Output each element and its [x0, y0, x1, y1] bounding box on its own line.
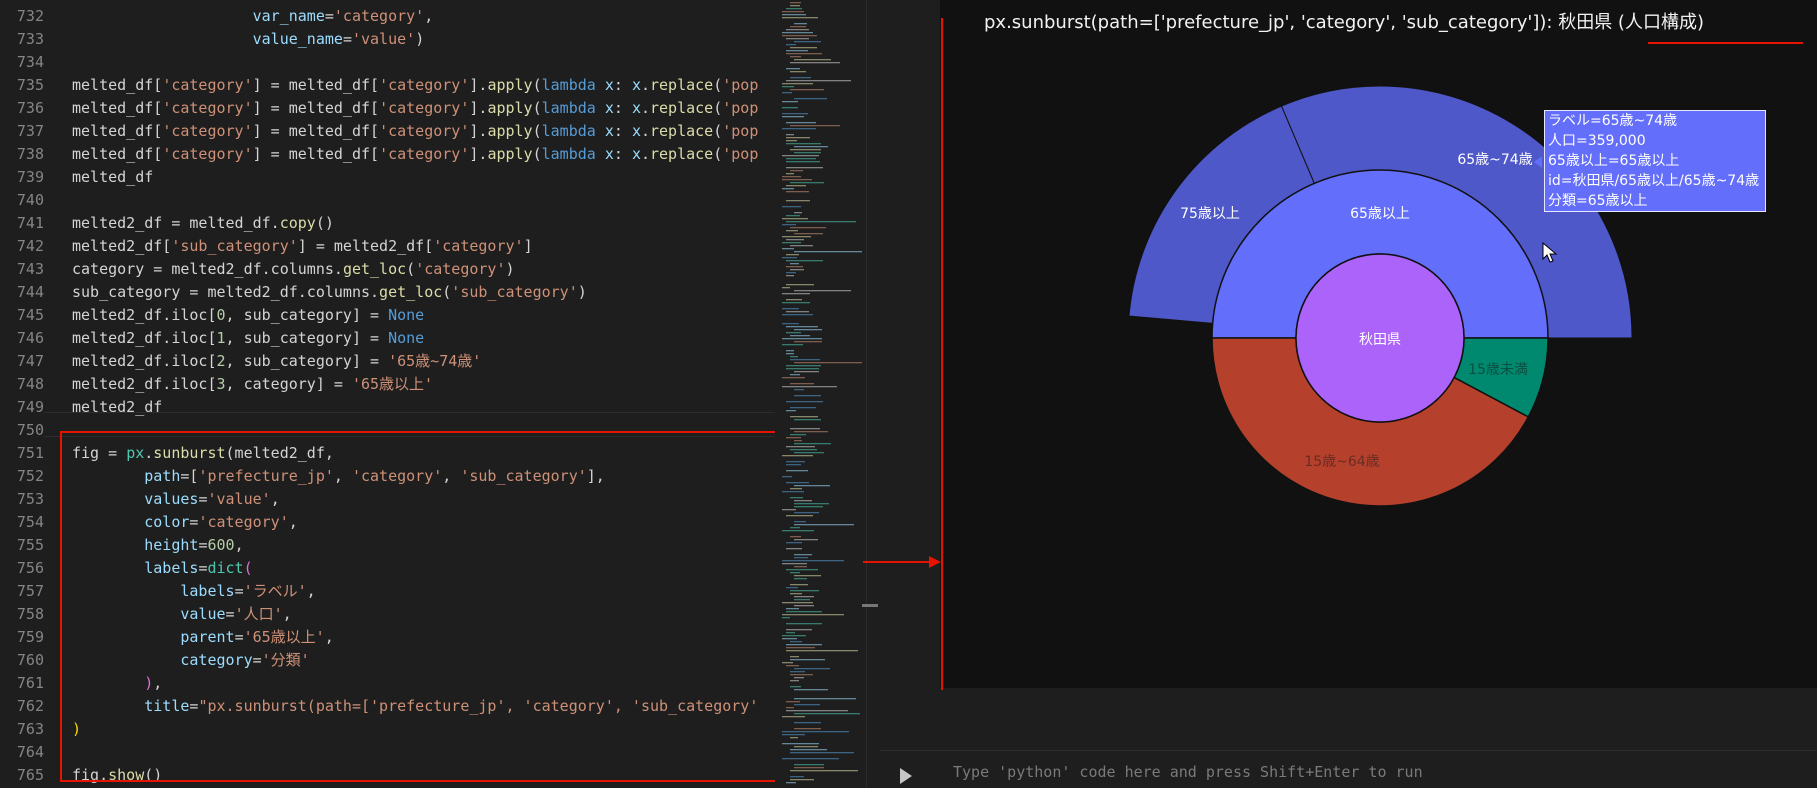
- code-text: melted2_df.iloc[2, sub_category] = '65歳~…: [72, 352, 482, 370]
- code-line[interactable]: 735 melted_df['category'] = melted_df['ca…: [0, 74, 775, 97]
- code-text: sub_category = melted2_df.columns.get_lo…: [72, 283, 587, 301]
- line-number: 732: [16, 7, 44, 25]
- line-number: 746: [16, 329, 44, 347]
- output-marker-line: [941, 18, 943, 690]
- code-text: melted_df: [72, 168, 154, 186]
- line-number: 753: [16, 490, 44, 508]
- line-number: 763: [16, 720, 44, 738]
- label-root: 秋田県: [1359, 332, 1401, 348]
- code-line[interactable]: 743 category = melted2_df.columns.get_loc…: [0, 258, 775, 281]
- code-text: melted2_df.iloc[3, category] = '65歳以上': [72, 375, 434, 393]
- code-line[interactable]: 739 melted_df: [0, 166, 775, 189]
- red-arrow: [863, 556, 941, 568]
- code-line[interactable]: 733 value_name='value'): [0, 28, 775, 51]
- line-number: 744: [16, 283, 44, 301]
- code-text: melted2_df['sub_category'] = melted2_df[…: [72, 237, 533, 255]
- code-text: melted2_df.iloc[1, sub_category] = None: [72, 329, 425, 347]
- line-number: 747: [16, 352, 44, 370]
- line-number: 758: [16, 605, 44, 623]
- line-number: 749: [16, 398, 44, 416]
- line-number: 741: [16, 214, 44, 232]
- tooltip-line-parent: 65歳以上=65歳以上: [1548, 153, 1680, 169]
- tooltip-pointer: [1534, 156, 1542, 168]
- code-text: var_name='category',: [252, 7, 434, 25]
- tooltip-line-category: 分類=65歳以上: [1548, 193, 1648, 209]
- minimap-preview: [782, 2, 862, 784]
- line-number: 734: [16, 53, 44, 71]
- line-number: 733: [16, 30, 44, 48]
- mouse-pointer-icon: [1542, 242, 1558, 263]
- label-15-64: 15歳~64歳: [1304, 454, 1379, 470]
- line-number: 738: [16, 145, 44, 163]
- line-number: 742: [16, 237, 44, 255]
- code-text: melted_df['category'] = melted_df['categ…: [72, 76, 759, 94]
- line-number: 757: [16, 582, 44, 600]
- line-number: 745: [16, 306, 44, 324]
- code-line[interactable]: 745 melted2_df.iloc[0, sub_category] = No…: [0, 304, 775, 327]
- code-line[interactable]: 732 var_name='category',: [0, 5, 775, 28]
- code-text: value_name='value'): [252, 30, 425, 48]
- line-number: 751: [16, 444, 44, 462]
- code-line[interactable]: 748 melted2_df.iloc[3, category] = '65歳以上…: [0, 373, 775, 396]
- code-line[interactable]: 734: [0, 51, 775, 74]
- line-number: 759: [16, 628, 44, 646]
- code-line[interactable]: 740: [0, 189, 775, 212]
- code-text: melted2_df.iloc[0, sub_category] = None: [72, 306, 425, 324]
- tooltip-line-label: ラベル=65歳~74歳: [1548, 113, 1678, 129]
- line-number: 762: [16, 697, 44, 715]
- code-line[interactable]: 744 sub_category = melted2_df.columns.get…: [0, 281, 775, 304]
- label-under-15: 15歳未満: [1468, 362, 1528, 378]
- run-icon[interactable]: [900, 768, 912, 784]
- tooltip-line-id: id=秋田県/65歳以上/65歳~74歳: [1548, 173, 1760, 189]
- line-number: 756: [16, 559, 44, 577]
- hover-tooltip: ラベル=65歳~74歳 人口=359,000 65歳以上=65歳以上 id=秋田…: [1544, 110, 1766, 212]
- figure-title: px.sunburst(path=['prefecture_jp', 'cate…: [984, 12, 1704, 33]
- code-text: melted2_df: [72, 398, 163, 416]
- line-number: 750: [16, 421, 44, 439]
- line-number: 761: [16, 674, 44, 692]
- line-number: 765: [16, 766, 44, 784]
- scrollbar-thumb[interactable]: [862, 604, 878, 607]
- code-text: category = melted2_df.columns.get_loc('c…: [72, 260, 515, 278]
- line-number: 754: [16, 513, 44, 531]
- code-line[interactable]: 736 melted_df['category'] = melted_df['ca…: [0, 97, 775, 120]
- tooltip-line-value: 人口=359,000: [1548, 133, 1646, 149]
- code-text: melted2_df = melted_df.copy(): [72, 214, 334, 232]
- code-line[interactable]: 738 melted_df['category'] = melted_df['ca…: [0, 143, 775, 166]
- code-text: melted_df['category'] = melted_df['categ…: [72, 122, 759, 140]
- code-text: melted_df['category'] = melted_df['categ…: [72, 99, 759, 117]
- line-number: 737: [16, 122, 44, 140]
- line-number: 740: [16, 191, 44, 209]
- code-text: melted_df['category'] = melted_df['categ…: [72, 145, 759, 163]
- line-number: 743: [16, 260, 44, 278]
- line-number: 752: [16, 467, 44, 485]
- line-number: 739: [16, 168, 44, 186]
- line-number: 748: [16, 375, 44, 393]
- code-editor[interactable]: 732 var_name='category', 733 value_name='…: [0, 0, 775, 788]
- line-number: 736: [16, 99, 44, 117]
- line-number: 760: [16, 651, 44, 669]
- title-underline: [1648, 42, 1803, 44]
- code-line[interactable]: 747 melted2_df.iloc[2, sub_category] = '6…: [0, 350, 775, 373]
- line-number: 735: [16, 76, 44, 94]
- code-line[interactable]: 742 melted2_df['sub_category'] = melted2_…: [0, 235, 775, 258]
- python-input[interactable]: [935, 756, 1817, 788]
- minimap[interactable]: [778, 0, 863, 788]
- label-65-74: 65歳~74歳: [1457, 152, 1532, 168]
- input-divider: [880, 750, 1817, 751]
- code-line[interactable]: 746 melted2_df.iloc[1, sub_category] = No…: [0, 327, 775, 350]
- line-number: 755: [16, 536, 44, 554]
- label-65-plus: 65歳以上: [1350, 206, 1410, 222]
- code-line[interactable]: 737 melted_df['category'] = melted_df['ca…: [0, 120, 775, 143]
- editor-scrollbar[interactable]: [866, 0, 879, 788]
- code-line[interactable]: 741 melted2_df = melted_df.copy(): [0, 212, 775, 235]
- label-75-plus: 75歳以上: [1180, 206, 1240, 222]
- line-number: 764: [16, 743, 44, 761]
- code-highlight-box: [60, 431, 775, 782]
- code-line[interactable]: 749 melted2_df: [0, 396, 775, 419]
